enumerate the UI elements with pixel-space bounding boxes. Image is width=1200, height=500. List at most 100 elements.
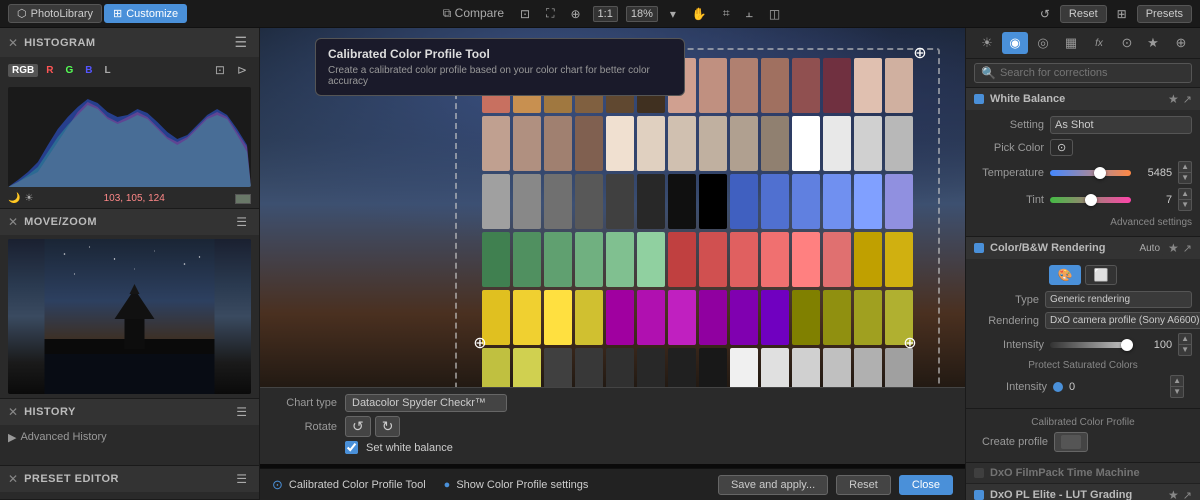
- cbw-rendering-select[interactable]: DxO camera profile (Sony A6600): [1045, 312, 1200, 329]
- swatch-cell: [823, 58, 851, 113]
- rotate-ccw-button[interactable]: ↺: [345, 416, 371, 437]
- wb-pickcolor-button[interactable]: ⊙: [1050, 139, 1073, 156]
- color-wheel-icon[interactable]: ◉: [1002, 32, 1028, 54]
- histogram-view-button[interactable]: ⊡: [211, 61, 229, 79]
- history-close-button[interactable]: ✕: [8, 406, 18, 418]
- wb-setting-select[interactable]: As Shot: [1050, 116, 1192, 134]
- channel-r-button[interactable]: R: [42, 64, 57, 77]
- light-icon: ☀: [24, 193, 33, 204]
- movezoom-menu-button[interactable]: ☰: [232, 213, 251, 231]
- wb-star-icon[interactable]: ★: [1168, 92, 1179, 106]
- protect-stepper: ▲ ▼: [1170, 375, 1184, 398]
- crosshair-button[interactable]: ⊕: [566, 5, 584, 23]
- advanced-history-item[interactable]: ▶ Advanced History: [8, 429, 251, 446]
- chart-type-select[interactable]: Datacolor Spyder Checkr™: [345, 394, 507, 412]
- preset-editor-menu-button[interactable]: ☰: [232, 470, 251, 488]
- lut-header[interactable]: DxO PL Elite - LUT Grading ★ ↗: [966, 484, 1200, 500]
- save-apply-button[interactable]: Save and apply...: [718, 475, 828, 495]
- filmpack-header[interactable]: DxO FilmPack Time Machine: [966, 463, 1200, 483]
- tooltip-title: Calibrated Color Profile Tool: [328, 47, 672, 61]
- lut-star-icon[interactable]: ★: [1168, 488, 1179, 500]
- cbw-intensity-up-button[interactable]: ▲: [1178, 333, 1192, 344]
- rotate-cw-button[interactable]: ↻: [375, 416, 401, 437]
- view-mode-button[interactable]: ⊡: [516, 5, 534, 23]
- protect-down-button[interactable]: ▼: [1170, 386, 1184, 398]
- create-profile-button[interactable]: [1054, 432, 1088, 452]
- set-white-balance-checkbox[interactable]: [345, 441, 358, 454]
- fx-icon[interactable]: fx: [1086, 32, 1112, 54]
- movezoom-header-left: ✕ MOVE/ZOOM: [8, 216, 97, 228]
- crop-tool-button[interactable]: ⌗: [719, 4, 734, 23]
- protect-header: Protect Saturated Colors: [974, 360, 1192, 371]
- hand-tool-button[interactable]: ✋: [688, 5, 711, 23]
- bookmark-icon[interactable]: ⊕: [1168, 32, 1194, 54]
- channel-g-button[interactable]: G: [61, 64, 77, 77]
- undo-button[interactable]: ↺: [1036, 5, 1054, 23]
- swatch-cell: [575, 174, 603, 229]
- straighten-button[interactable]: ⫠: [742, 4, 757, 23]
- cbw-intensity-slider[interactable]: [1050, 342, 1131, 348]
- star-favorite-icon[interactable]: ★: [1140, 32, 1166, 54]
- compare-button[interactable]: ⧉ Compare: [439, 4, 508, 23]
- white-balance-header[interactable]: White Balance ★ ↗: [966, 88, 1200, 110]
- channel-l-button[interactable]: L: [100, 64, 114, 77]
- eye-icon[interactable]: ◎: [1030, 32, 1056, 54]
- customize-button[interactable]: ⊞ Customize: [104, 4, 187, 23]
- cbw-toggle: [974, 243, 984, 253]
- search-input[interactable]: [1000, 67, 1185, 79]
- temperature-slider[interactable]: [1050, 170, 1131, 176]
- photo-library-button[interactable]: ⬡ PhotoLibrary: [8, 4, 102, 23]
- swatch-cell: [761, 58, 789, 113]
- lut-expand-icon[interactable]: ↗: [1183, 489, 1192, 500]
- bw-mode-button[interactable]: ⬜: [1085, 265, 1117, 285]
- swatch-cell: [637, 174, 665, 229]
- preset-editor-section: ✕ PRESET EDITOR ☰: [0, 466, 259, 500]
- correction-icons: ☀ ◉ ◎ ▦ fx ⊙: [974, 32, 1140, 54]
- tint-up-button[interactable]: ▲: [1178, 188, 1192, 199]
- cbw-type-select[interactable]: Generic rendering: [1045, 291, 1192, 308]
- pixel-rgb-values: 103, 105, 124: [104, 193, 165, 204]
- perspective-button[interactable]: ◫: [765, 5, 784, 23]
- cbw-star-icon[interactable]: ★: [1168, 241, 1179, 255]
- top-bar-right: ↺ Reset ⊞ Presets: [1036, 5, 1192, 23]
- cbw-intensity-down-button[interactable]: ▼: [1178, 344, 1192, 356]
- preset-editor-close-button[interactable]: ✕: [8, 473, 18, 485]
- temperature-down-button[interactable]: ▼: [1178, 172, 1192, 184]
- cbw-expand-icon[interactable]: ↗: [1183, 242, 1192, 255]
- close-button[interactable]: Close: [899, 475, 953, 495]
- color-bw-section: Color/B&W Rendering Auto ★ ↗ 🎨 ⬜ Type G: [966, 237, 1200, 409]
- channel-b-button[interactable]: B: [81, 64, 96, 77]
- cbw-header[interactable]: Color/B&W Rendering Auto ★ ↗: [966, 237, 1200, 259]
- histogram-menu-button[interactable]: ☰: [230, 32, 251, 53]
- movezoom-close-button[interactable]: ✕: [8, 216, 18, 228]
- grid-icon[interactable]: ▦: [1058, 32, 1084, 54]
- histogram-header-left: ✕ HISTOGRAM: [8, 37, 96, 49]
- zoom-dropdown-button[interactable]: ▾: [666, 5, 680, 23]
- histogram-section: ✕ HISTOGRAM ☰ RGB R G B L ⊡ ⊳: [0, 28, 259, 209]
- reset-label: Reset: [1069, 8, 1098, 20]
- advanced-settings-link[interactable]: Advanced settings: [974, 215, 1192, 230]
- temperature-up-button[interactable]: ▲: [1178, 161, 1192, 172]
- presets-icon: ⊞: [1113, 5, 1131, 23]
- presets-button[interactable]: Presets: [1137, 5, 1192, 23]
- color-mode-button[interactable]: 🎨: [1049, 265, 1081, 285]
- history-menu-button[interactable]: ☰: [232, 403, 251, 421]
- search-icon: 🔍: [981, 66, 996, 80]
- tint-down-button[interactable]: ▼: [1178, 199, 1192, 211]
- tint-slider[interactable]: [1050, 197, 1131, 203]
- protect-up-button[interactable]: ▲: [1170, 375, 1184, 386]
- thumbnail-area[interactable]: [8, 239, 251, 394]
- histogram-close-button[interactable]: ✕: [8, 37, 18, 49]
- fullscreen-button[interactable]: ⛶: [542, 4, 558, 23]
- reset-button[interactable]: Reset: [1060, 5, 1107, 23]
- reset-bottom-button[interactable]: Reset: [836, 475, 891, 495]
- sun-icon[interactable]: ☀: [974, 32, 1000, 54]
- histogram-export-button[interactable]: ⊳: [233, 61, 251, 79]
- cbw-rendering-label: Rendering: [974, 315, 1039, 327]
- swatch-cell: [761, 174, 789, 229]
- chart-type-row: Chart type Datacolor Spyder Checkr™: [272, 394, 953, 412]
- wb-expand-icon[interactable]: ↗: [1183, 93, 1192, 106]
- dropper-icon[interactable]: ⊙: [1114, 32, 1140, 54]
- wb-temperature-row: Temperature 5485 ▲ ▼: [974, 161, 1192, 184]
- channel-rgb-button[interactable]: RGB: [8, 64, 38, 77]
